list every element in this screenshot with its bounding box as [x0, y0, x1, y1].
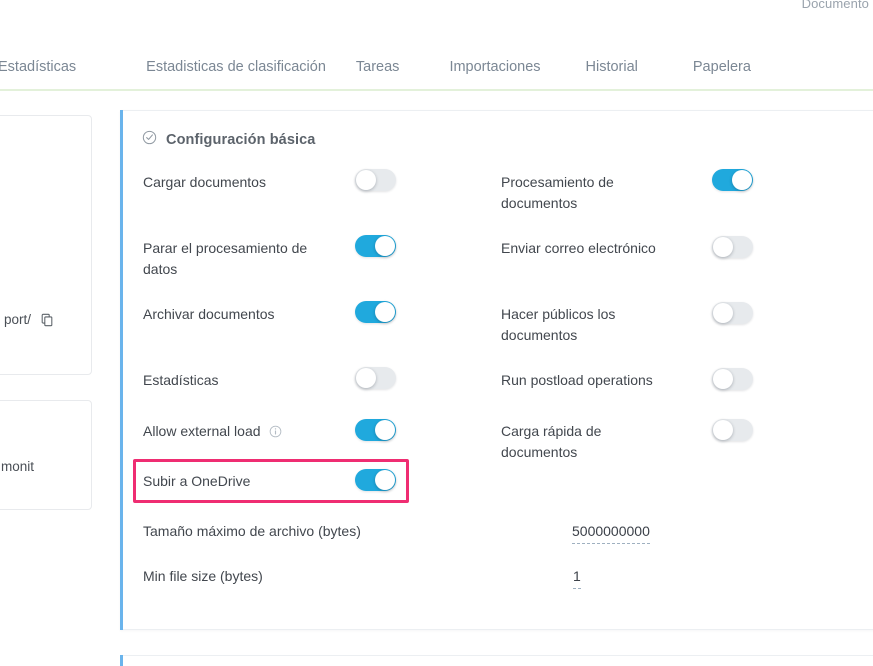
copy-icon[interactable]: [40, 313, 54, 330]
setting-label-estadisticas: Estadísticas: [143, 372, 219, 388]
setting-label-allow-external-load: Allow external load: [143, 421, 338, 444]
toggle-enviar-correo-electronico[interactable]: [712, 236, 753, 258]
setting-row-estadisticas: Estadísticas: [143, 370, 338, 391]
setting-label-parar-procesamiento-datos: Parar el procesamiento de datos: [143, 240, 308, 277]
field-value-min-file-size[interactable]: 1: [573, 566, 581, 589]
secondary-panel-accent-bar: [120, 655, 123, 666]
toggle-knob: [356, 368, 376, 388]
setting-row-archivar-documentos: Archivar documentos: [143, 304, 338, 325]
field-label-min-file-size: Min file size (bytes): [143, 568, 263, 584]
setting-label-run-postload-operations: Run postload operations: [501, 372, 653, 388]
field-label-tamano-maximo-archivo: Tamaño máximo de archivo (bytes): [143, 523, 361, 539]
toggle-knob: [375, 420, 395, 440]
tab-importaciones[interactable]: Importaciones: [449, 58, 540, 76]
setting-label-archivar-documentos: Archivar documentos: [143, 306, 275, 322]
toggle-run-postload-operations[interactable]: [712, 368, 753, 390]
tab-historial[interactable]: Historial: [586, 58, 638, 76]
app-screen: Documento Estadísticas Estadisticas de c…: [0, 0, 873, 666]
setting-label-hacer-publicos-documentos: Hacer públicos los documentos: [501, 306, 616, 343]
tab-bar: Estadísticas Estadisticas de clasificaci…: [0, 58, 873, 90]
setting-label-carga-rapida-documentos: Carga rápida de documentos: [501, 423, 602, 460]
toggle-knob: [375, 302, 395, 322]
setting-label-allow-external-load-text: Allow external load: [143, 423, 261, 439]
toggle-parar-procesamiento-datos[interactable]: [355, 235, 396, 257]
toggle-knob: [375, 470, 395, 490]
setting-label-procesamiento-documentos: Procesamiento de documentos: [501, 174, 614, 211]
section-header: Configuración básica: [142, 130, 315, 150]
toggle-knob: [713, 303, 733, 323]
setting-row-carga-rapida-documentos: Carga rápida de documentos: [501, 421, 681, 463]
panel-accent-bar: [120, 110, 123, 630]
field-row-min-file-size: Min file size (bytes): [143, 566, 263, 587]
toggle-subir-a-onedrive[interactable]: [355, 469, 396, 491]
toggle-knob: [713, 420, 733, 440]
left-card-upper-text: port/: [4, 312, 54, 330]
toggle-knob: [356, 170, 376, 190]
setting-label-cargar-documentos: Cargar documentos: [143, 174, 266, 190]
left-card-lower: monit: [0, 400, 92, 510]
setting-row-enviar-correo-electronico: Enviar correo electrónico: [501, 238, 681, 259]
setting-row-cargar-documentos: Cargar documentos: [143, 172, 338, 193]
section-title: Configuración básica: [166, 132, 316, 148]
setting-row-subir-a-onedrive: Subir a OneDrive: [143, 471, 338, 492]
setting-row-parar-procesamiento-datos: Parar el procesamiento de datos: [143, 238, 338, 280]
field-row-tamano-maximo-archivo: Tamaño máximo de archivo (bytes): [143, 521, 361, 542]
tab-papelera[interactable]: Papelera: [693, 58, 751, 76]
toggle-knob: [713, 237, 733, 257]
field-value-tamano-maximo-archivo[interactable]: 5000000000: [572, 521, 650, 544]
left-card-upper: port/: [0, 115, 92, 375]
breadcrumb: Documento: [801, 0, 869, 11]
tab-tareas[interactable]: Tareas: [356, 58, 400, 76]
toggle-procesamiento-documentos[interactable]: [712, 169, 753, 191]
toggle-estadisticas[interactable]: [355, 367, 396, 389]
left-card-lower-label: monit: [1, 459, 35, 474]
setting-label-enviar-correo-electronico: Enviar correo electrónico: [501, 240, 656, 256]
toggle-carga-rapida-documentos[interactable]: [712, 419, 753, 441]
setting-row-run-postload-operations: Run postload operations: [501, 370, 701, 391]
toggle-hacer-publicos-documentos[interactable]: [712, 302, 753, 324]
tab-estadisticas-clasificacion[interactable]: Estadisticas de clasificación: [146, 58, 326, 76]
toggle-archivar-documentos[interactable]: [355, 301, 396, 323]
tab-bar-divider: [0, 89, 873, 91]
info-icon[interactable]: [269, 423, 282, 444]
tab-estadisticas[interactable]: Estadísticas: [0, 58, 76, 76]
setting-row-hacer-publicos-documentos: Hacer públicos los documentos: [501, 304, 681, 346]
setting-row-allow-external-load: Allow external load: [143, 421, 338, 444]
toggle-knob: [713, 369, 733, 389]
setting-label-subir-a-onedrive: Subir a OneDrive: [143, 473, 251, 489]
setting-row-procesamiento-documentos: Procesamiento de documentos: [501, 172, 681, 214]
toggle-cargar-documentos[interactable]: [355, 169, 396, 191]
toggle-knob: [732, 170, 752, 190]
toggle-allow-external-load[interactable]: [355, 419, 396, 441]
toggle-knob: [375, 236, 395, 256]
left-card-upper-label: port/: [4, 312, 32, 327]
check-circle-icon: [142, 130, 157, 150]
secondary-panel: [120, 655, 873, 666]
